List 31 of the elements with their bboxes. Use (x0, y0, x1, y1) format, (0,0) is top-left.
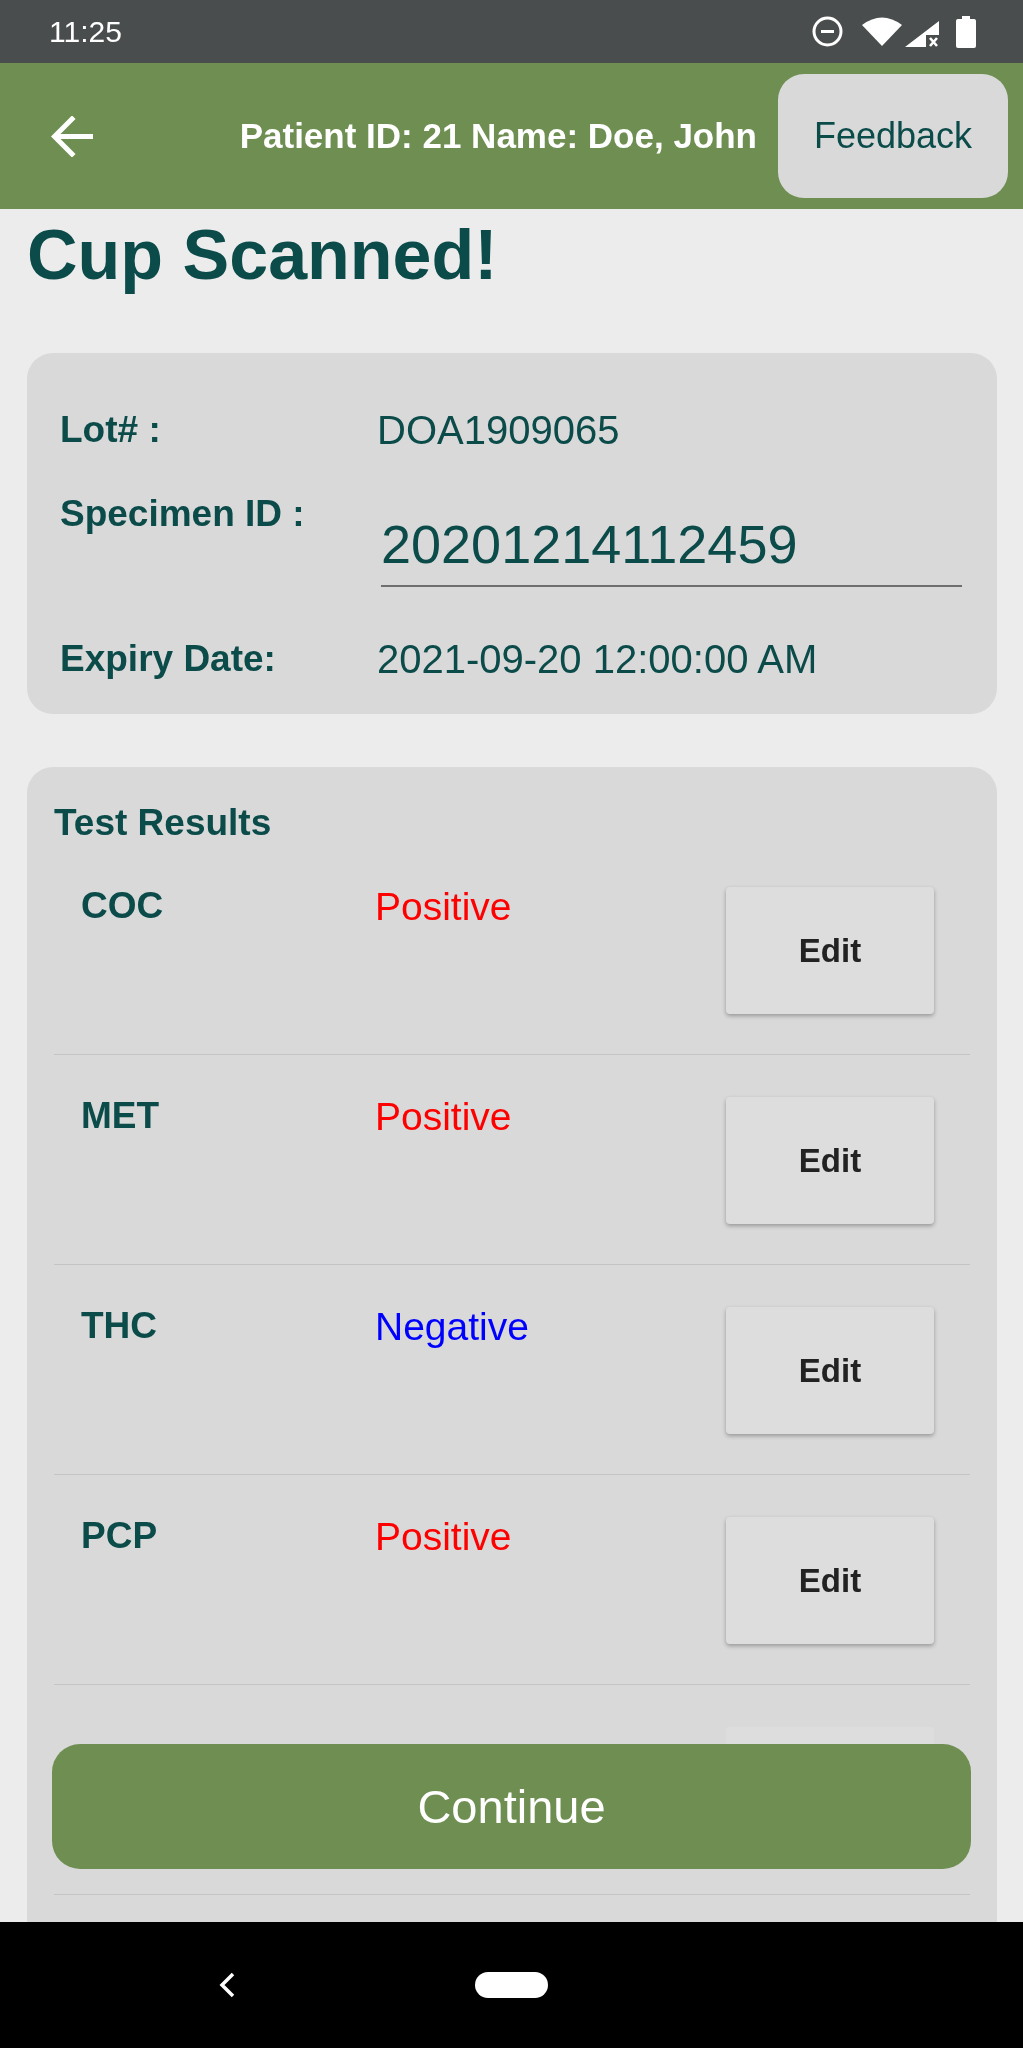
edit-button[interactable]: Edit (726, 1517, 934, 1644)
feedback-button[interactable]: Feedback (778, 74, 1008, 198)
field-label: Expiry Date: (60, 637, 276, 681)
edit-button[interactable]: Edit (726, 887, 934, 1014)
patient-title: Patient ID: 21 Name: Doe, John (238, 115, 758, 157)
field-value: 2021-09-20 12:00:00 AM (377, 636, 818, 683)
test-results-title: Test Results (54, 801, 272, 845)
result-text: Negative (375, 1305, 529, 1348)
battery-icon (956, 15, 976, 48)
field-label: Specimen ID : (60, 492, 305, 536)
status-time: 11:25 (49, 16, 122, 47)
result-text: Positive (375, 1095, 512, 1138)
continue-button[interactable]: Continue (52, 1744, 971, 1869)
do-not-disturb-icon (812, 16, 843, 47)
result-text: Positive (375, 1515, 512, 1558)
drug-code: MET (81, 1095, 160, 1136)
signal-icon (905, 20, 939, 47)
drug-code: COC (81, 885, 164, 926)
home-pill-icon[interactable] (475, 1972, 548, 1998)
result-text: Positive (375, 885, 512, 928)
drug-code: THC (81, 1305, 158, 1346)
back-arrow-icon[interactable] (51, 115, 93, 157)
field-value: DOA1909065 (377, 407, 620, 454)
drug-code: PCP (81, 1515, 158, 1556)
page-heading: Cup Scanned! (27, 215, 498, 295)
wifi-icon (862, 17, 902, 46)
edit-button[interactable]: Edit (726, 1307, 934, 1434)
back-icon[interactable] (218, 1972, 236, 1998)
edit-button[interactable]: Edit (726, 1097, 934, 1224)
field-label: Lot# : (60, 408, 161, 452)
specimen-id-input[interactable]: 20201214112459 (381, 499, 962, 587)
